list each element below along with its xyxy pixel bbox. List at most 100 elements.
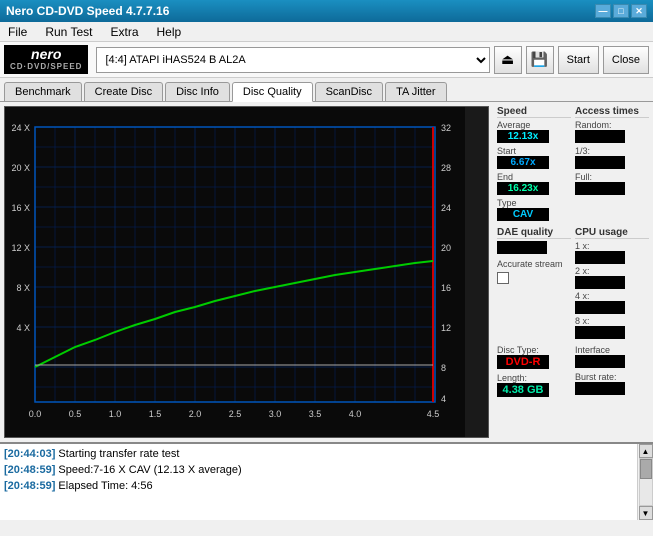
svg-text:4: 4 <box>441 394 446 404</box>
menu-help[interactable]: Help <box>153 25 186 39</box>
log-text-1: Starting transfer rate test <box>58 448 179 460</box>
speed-stats: Speed Average 12.13x Start 6.67x End 16.… <box>497 106 571 221</box>
svg-text:2.5: 2.5 <box>229 409 242 419</box>
tab-ta-jitter[interactable]: TA Jitter <box>385 82 447 101</box>
onethird-stat: 1/3: <box>575 146 649 169</box>
log-entry-3: [20:48:59] Elapsed Time: 4:56 <box>4 478 633 494</box>
burst-rate-value <box>575 382 625 395</box>
tab-disc-info[interactable]: Disc Info <box>165 82 230 101</box>
cpu-stats: CPU usage 1 x: 2 x: 4 x: 8 x: <box>575 227 649 339</box>
chart-svg: 24 X 20 X 16 X 12 X 8 X 4 X 32 28 24 20 … <box>5 107 465 437</box>
cpu-1x: 1 x: <box>575 241 649 264</box>
eject-button[interactable]: ⏏ <box>494 46 522 74</box>
cpu-2x: 2 x: <box>575 266 649 289</box>
svg-text:24 X: 24 X <box>11 123 30 133</box>
log-entry-2: [20:48:59] Speed:7-16 X CAV (12.13 X ave… <box>4 462 633 478</box>
save-button[interactable]: 💾 <box>526 46 554 74</box>
svg-text:8 X: 8 X <box>16 283 30 293</box>
close-button[interactable]: Close <box>603 46 649 74</box>
disc-type-value: DVD-R <box>497 355 549 369</box>
toolbar: nero CD·DVD/SPEED [4:4] ATAPI iHAS524 B … <box>0 42 653 78</box>
svg-text:4 X: 4 X <box>16 323 30 333</box>
type-stat: Type CAV <box>497 198 571 221</box>
accurate-stream-checkbox[interactable] <box>497 272 509 284</box>
disc-type: Disc Type: DVD-R <box>497 345 571 369</box>
average-value: 12.13x <box>497 130 549 143</box>
tab-benchmark[interactable]: Benchmark <box>4 82 82 101</box>
log-area: [20:44:03] Starting transfer rate test [… <box>0 442 653 520</box>
scroll-thumb[interactable] <box>640 459 652 479</box>
end-value: 16.23x <box>497 182 549 195</box>
svg-text:4.5: 4.5 <box>427 409 440 419</box>
log-text-2: Speed:7-16 X CAV (12.13 X average) <box>58 464 241 476</box>
access-times: Access times Random: 1/3: Full: <box>575 106 649 221</box>
tab-create-disc[interactable]: Create Disc <box>84 82 163 101</box>
svg-text:12 X: 12 X <box>11 243 30 253</box>
cpu-header: CPU usage <box>575 227 649 239</box>
interface-value <box>575 355 625 368</box>
cpu-2x-value <box>575 276 625 289</box>
chart-area: 24 X 20 X 16 X 12 X 8 X 4 X 32 28 24 20 … <box>4 106 489 438</box>
menu-extra[interactable]: Extra <box>106 25 142 39</box>
tab-disc-quality[interactable]: Disc Quality <box>232 82 313 102</box>
close-button[interactable]: ✕ <box>631 4 647 18</box>
accurate-stream-checkbox-row <box>497 272 571 284</box>
window-controls: — □ ✕ <box>595 4 647 18</box>
svg-text:2.0: 2.0 <box>189 409 202 419</box>
svg-text:0.0: 0.0 <box>29 409 42 419</box>
svg-text:3.0: 3.0 <box>269 409 282 419</box>
svg-text:1.5: 1.5 <box>149 409 162 419</box>
burst-rate-label: Burst rate: <box>575 372 649 382</box>
cpu-1x-value <box>575 251 625 264</box>
random-stat: Random: <box>575 120 649 143</box>
cpu-8x-value <box>575 326 625 339</box>
random-value <box>575 130 625 143</box>
scroll-track <box>639 458 653 506</box>
minimize-button[interactable]: — <box>595 4 611 18</box>
nero-logo: nero CD·DVD/SPEED <box>4 45 88 73</box>
disc-length-value: 4.38 GB <box>497 383 549 397</box>
onethird-value <box>575 156 625 169</box>
log-time-3: [20:48:59] <box>4 480 55 492</box>
svg-text:16: 16 <box>441 283 451 293</box>
access-header: Access times <box>575 106 649 118</box>
disc-length: Length: 4.38 GB <box>497 373 571 397</box>
dae-stats: DAE quality Accurate stream <box>497 227 571 339</box>
svg-text:24: 24 <box>441 203 451 213</box>
svg-text:4.0: 4.0 <box>349 409 362 419</box>
log-scrollbar[interactable]: ▲ ▼ <box>637 444 653 520</box>
log-text-3: Elapsed Time: 4:56 <box>58 480 152 492</box>
right-panel: Speed Average 12.13x Start 6.67x End 16.… <box>493 102 653 442</box>
log-time-2: [20:48:59] <box>4 464 55 476</box>
menu-bar: File Run Test Extra Help <box>0 22 653 42</box>
cpu-4x: 4 x: <box>575 291 649 314</box>
svg-text:32: 32 <box>441 123 451 133</box>
title-bar: Nero CD-DVD Speed 4.7.7.16 — □ ✕ <box>0 0 653 22</box>
svg-text:12: 12 <box>441 323 451 333</box>
cpu-8x: 8 x: <box>575 316 649 339</box>
log-content: [20:44:03] Starting transfer rate test [… <box>0 444 637 520</box>
tab-scan-disc[interactable]: ScanDisc <box>315 82 383 101</box>
log-time-1: [20:44:03] <box>4 448 55 460</box>
svg-text:20 X: 20 X <box>11 163 30 173</box>
maximize-button[interactable]: □ <box>613 4 629 18</box>
full-stat: Full: <box>575 172 649 195</box>
drive-select[interactable]: [4:4] ATAPI iHAS524 B AL2A <box>96 47 489 73</box>
menu-file[interactable]: File <box>4 25 31 39</box>
log-entry-1: [20:44:03] Starting transfer rate test <box>4 446 633 462</box>
full-value <box>575 182 625 195</box>
interface-label: Interface <box>575 345 649 355</box>
main-content: 24 X 20 X 16 X 12 X 8 X 4 X 32 28 24 20 … <box>0 102 653 442</box>
menu-run-test[interactable]: Run Test <box>41 25 96 39</box>
svg-text:0.5: 0.5 <box>69 409 82 419</box>
start-value: 6.67x <box>497 156 549 169</box>
speed-header: Speed <box>497 106 571 118</box>
scroll-up-button[interactable]: ▲ <box>639 444 653 458</box>
start-button[interactable]: Start <box>558 46 599 74</box>
scroll-down-button[interactable]: ▼ <box>639 506 653 520</box>
svg-text:1.0: 1.0 <box>109 409 122 419</box>
disc-info: Disc Type: DVD-R Length: 4.38 GB <box>497 345 571 397</box>
cpu-4x-value <box>575 301 625 314</box>
tab-bar: Benchmark Create Disc Disc Info Disc Qua… <box>0 78 653 102</box>
interface-burst: Interface Burst rate: <box>575 345 649 397</box>
